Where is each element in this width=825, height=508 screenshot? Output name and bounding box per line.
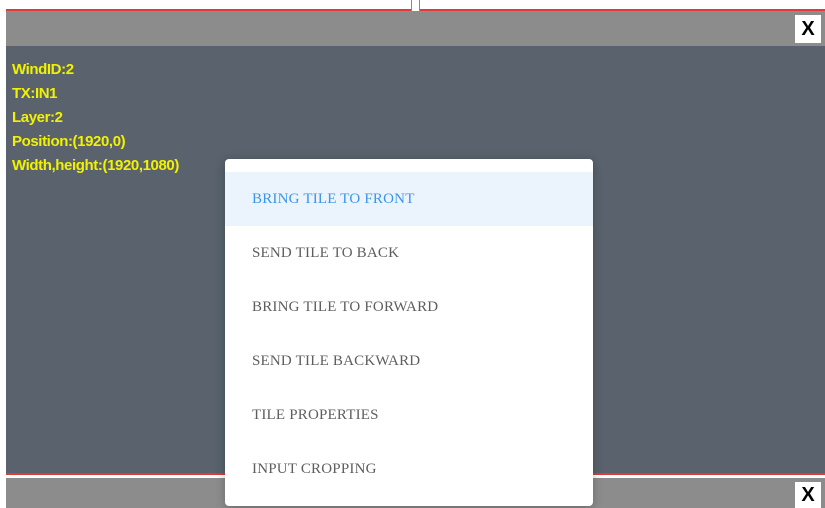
tile-layer: Layer:2	[12, 109, 63, 126]
menu-item-send-to-back[interactable]: SEND TILE TO BACK	[225, 226, 593, 280]
tile-size: Width,height:(1920,1080)	[12, 157, 179, 174]
menu-item-tile-properties[interactable]: TILE PROPERTIES	[225, 388, 593, 442]
tile-position: Position:(1920,0)	[12, 133, 126, 150]
menu-item-input-cropping[interactable]: INPUT CROPPING	[225, 442, 593, 496]
tile-close-button[interactable]: X	[795, 15, 821, 43]
video-wall-canvas: X WindID:2 TX:IN1 Layer:2 Position:(1920…	[0, 0, 825, 508]
tile-wind-id: WindID:2	[12, 61, 74, 78]
next-tile-close-button[interactable]: X	[795, 482, 821, 508]
tile-tx: TX:IN1	[12, 85, 58, 102]
tile-info-list: WindID:2 TX:IN1 Layer:2 Position:(1920,0…	[12, 58, 179, 178]
menu-item-bring-to-front[interactable]: BRING TILE TO FRONT	[225, 172, 593, 226]
menu-item-bring-forward[interactable]: BRING TILE TO FORWARD	[225, 280, 593, 334]
tile-context-menu: BRING TILE TO FRONT SEND TILE TO BACK BR…	[225, 159, 593, 506]
tile-titlebar[interactable]: X	[6, 11, 825, 46]
menu-item-send-backward[interactable]: SEND TILE BACKWARD	[225, 334, 593, 388]
